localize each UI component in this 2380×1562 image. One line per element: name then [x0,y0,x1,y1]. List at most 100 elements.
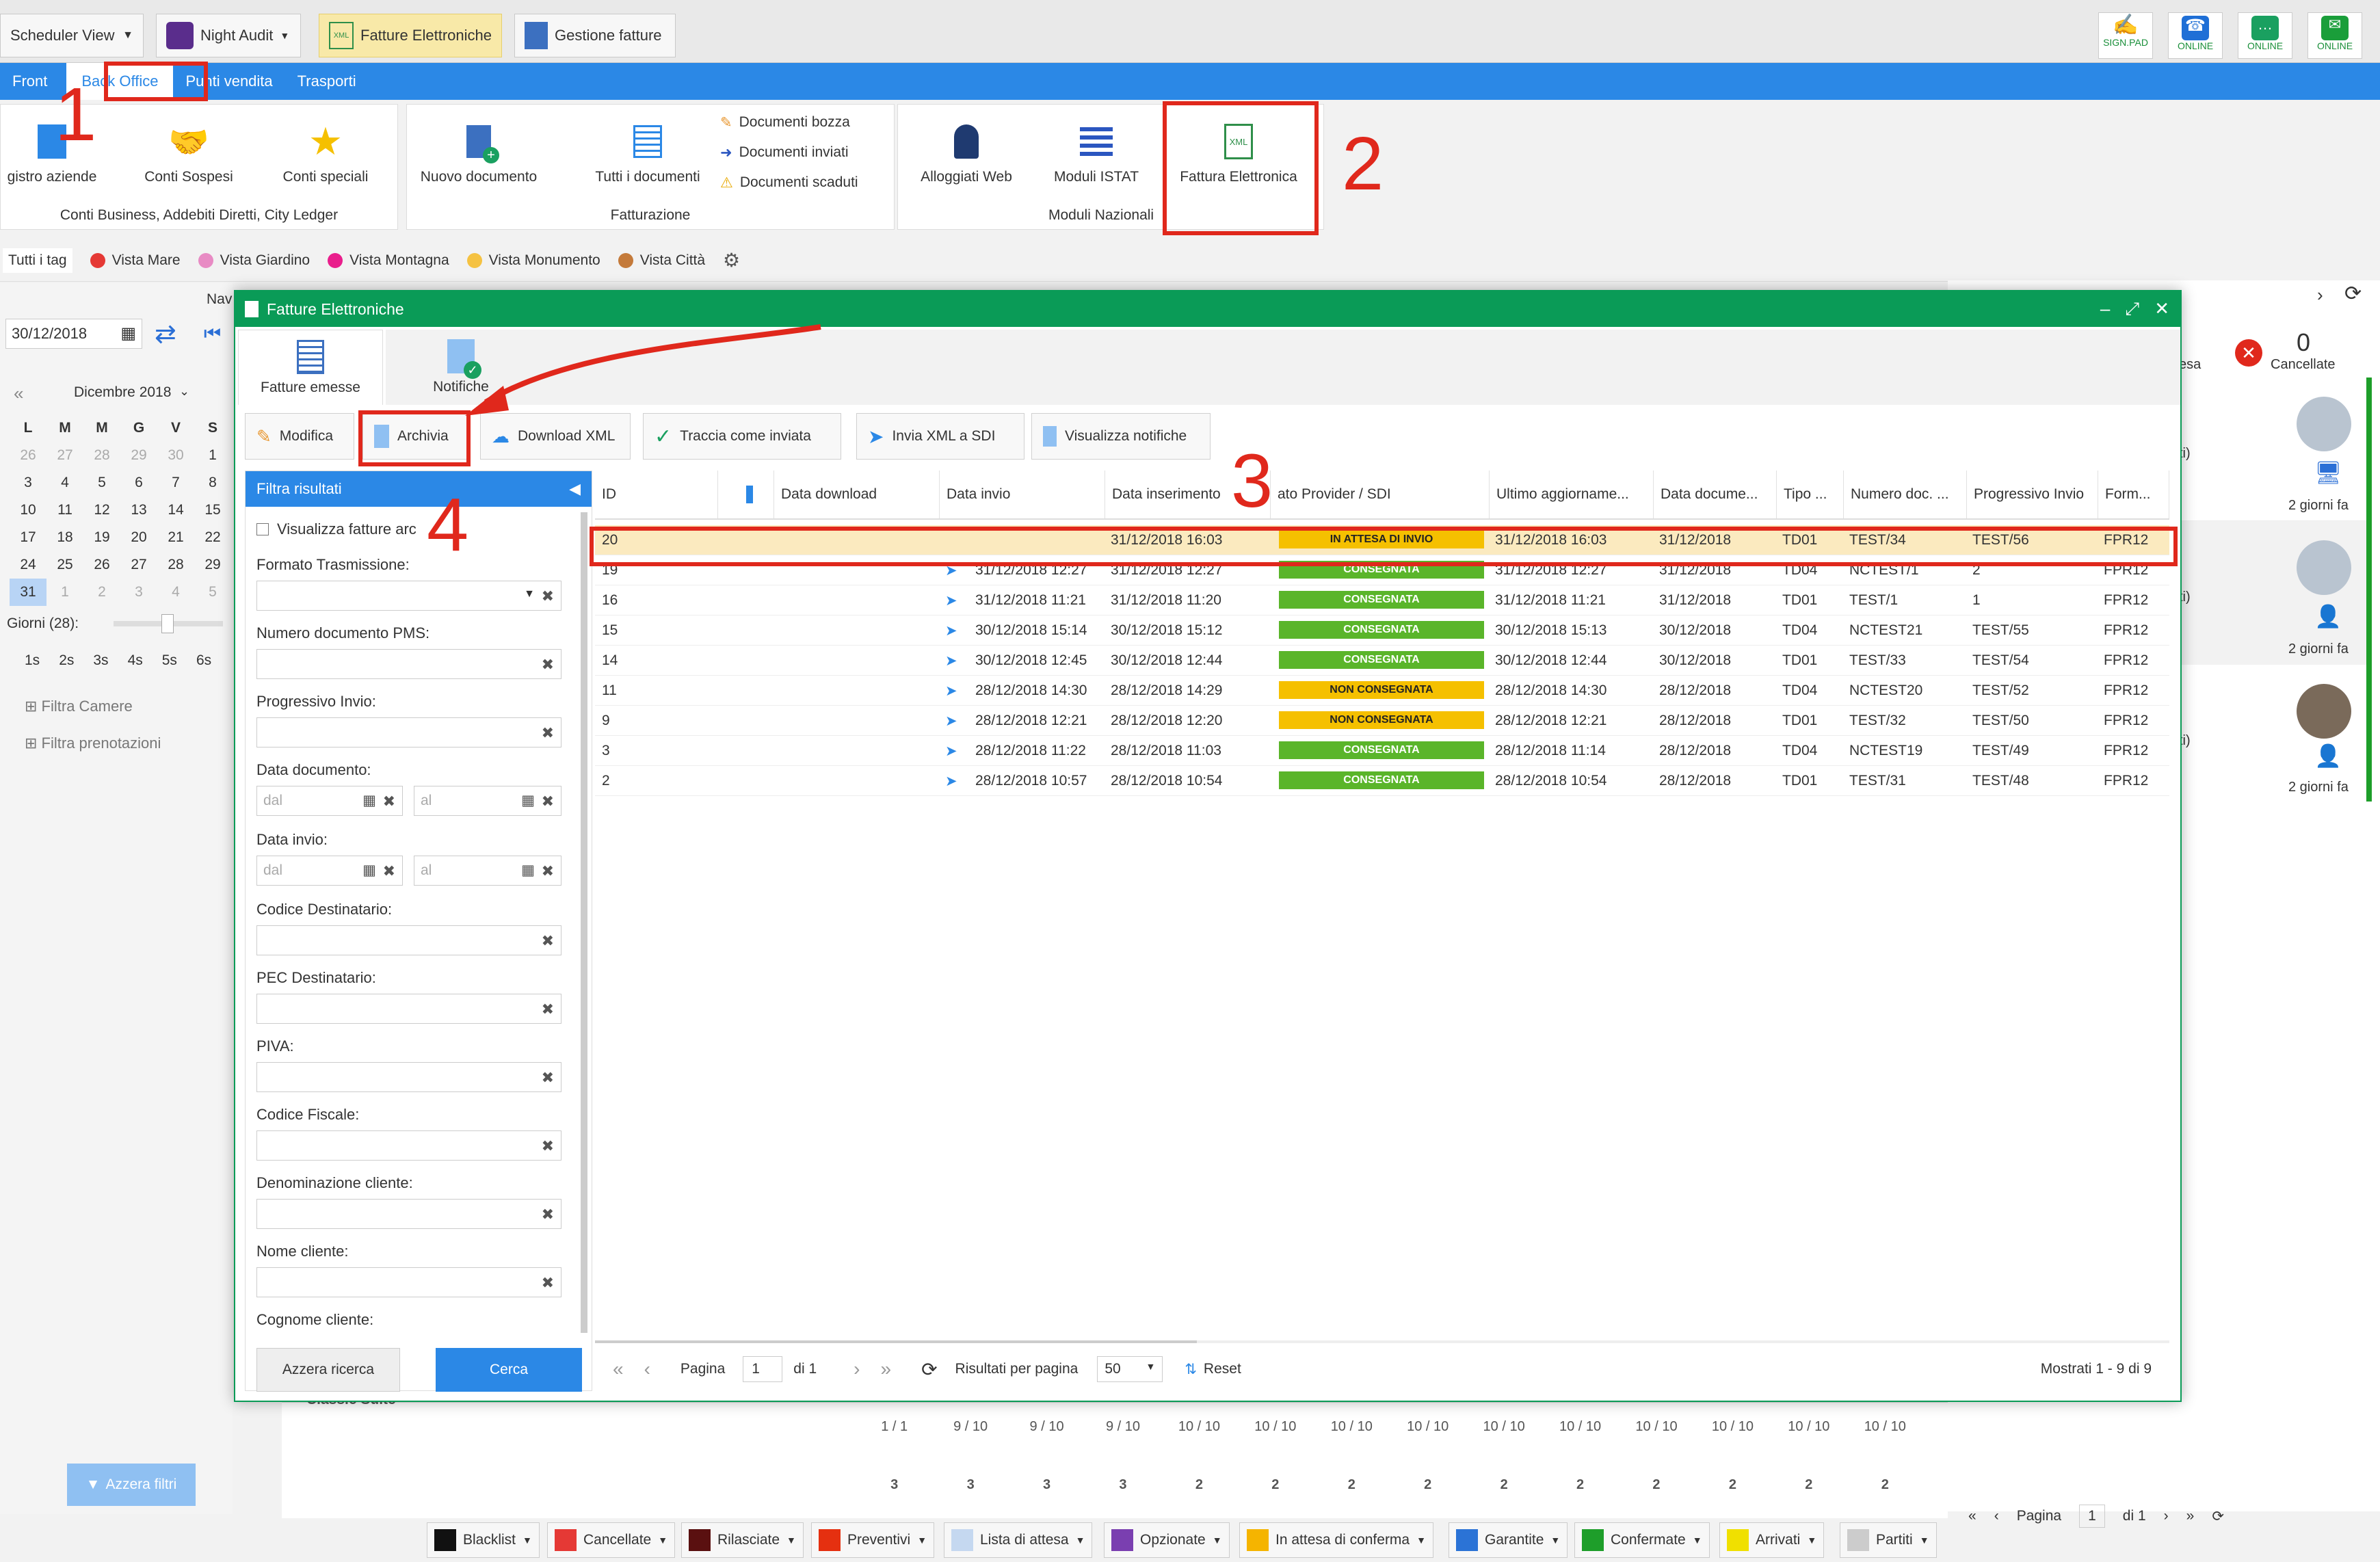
date-input[interactable]: 30/12/2018 ▦ [5,319,142,349]
calendar-day[interactable]: 3 [10,469,47,497]
legend-rilasciate[interactable]: Rilasciate ▼ [681,1522,804,1558]
calendar-day[interactable]: 26 [83,551,120,579]
documenti-inviati-link[interactable]: ➜ Documenti inviati [720,144,849,161]
minimize-icon[interactable]: – [2100,298,2110,320]
conti-sospesi-button[interactable]: 🤝 Conti Sospesi [131,124,247,185]
menu-front[interactable]: Front [0,72,60,90]
column-header[interactable]: Data docume... [1654,471,1777,518]
clear-icon[interactable]: ✖ [383,793,395,810]
calendar-day[interactable]: 3 [120,579,157,606]
visualizza-notifiche-button[interactable]: Visualizza notifiche [1031,413,1211,460]
calendar-day[interactable]: 29 [120,442,157,469]
legend-garantite[interactable]: Garantite ▼ [1449,1522,1568,1558]
first-page-icon[interactable]: « [613,1358,624,1380]
clear-icon[interactable]: ✖ [542,932,554,950]
data-documento-dal[interactable]: dal ▦ ✖ [256,786,403,816]
clear-icon[interactable]: ✖ [383,862,395,880]
calendar-day[interactable]: 1 [47,579,83,606]
clear-icon[interactable]: ✖ [542,656,554,674]
column-header[interactable]: Tipo ... [1777,471,1844,518]
slider-handle[interactable] [161,614,174,633]
calendar-day-selected[interactable]: 31 [10,579,47,606]
documenti-bozza-link[interactable]: ✎ Documenti bozza [720,114,850,131]
tag-vista-mare[interactable]: Vista Mare [90,252,181,269]
calendar-icon[interactable]: ▦ [521,792,535,809]
chat-online-button[interactable]: … ONLINE [2238,12,2292,59]
expand-icon[interactable]: › [2317,284,2323,306]
calendar-day[interactable]: 2 [83,579,120,606]
legend-arrivati[interactable]: Arrivati ▼ [1719,1522,1825,1558]
denominazione-input[interactable]: ✖ [256,1199,561,1229]
first-page-icon[interactable]: « [1968,1508,1976,1524]
column-header[interactable] [718,471,774,518]
data-documento-al[interactable]: al ▦ ✖ [414,786,561,816]
azzera-filtri-button[interactable]: ▼ Azzera filtri [67,1464,196,1506]
clear-icon[interactable]: ✖ [542,862,554,880]
clear-icon[interactable]: ✖ [542,793,554,810]
calendar-icon[interactable]: ▦ [521,862,535,879]
sort-reset-icon[interactable]: ⇅ [1185,1361,1197,1378]
calendar-day[interactable]: 24 [10,551,47,579]
column-header[interactable]: Form... [2098,471,2169,518]
legend-confermate[interactable]: Confermate ▼ [1574,1522,1710,1558]
tag-vista-montagna[interactable]: Vista Montagna [328,252,449,269]
codice-fiscale-input[interactable]: ✖ [256,1130,561,1161]
clear-icon[interactable]: ✖ [542,587,554,605]
column-header[interactable]: Data invio [940,471,1105,518]
legend-lista-attesa[interactable]: Lista di attesa ▼ [944,1522,1093,1558]
table-row[interactable]: 15 30/12/2018 15:14 30/12/2018 15:12 30/12/… [595,615,2169,646]
conti-speciali-button[interactable]: ★ Conti speciali [267,120,384,185]
close-icon[interactable]: ✕ [2154,298,2169,320]
giorni-slider[interactable] [114,614,223,633]
calendar-day[interactable]: 10 [10,497,47,524]
sync-icon[interactable]: ⇄ [155,319,176,349]
legend-opzionate[interactable]: Opzionate ▼ [1104,1522,1230,1558]
calendar-icon[interactable]: ▦ [362,862,376,879]
documenti-scaduti-link[interactable]: ⚠ Documenti scaduti [720,174,858,191]
sign-pad-button[interactable]: ✍ SIGN.PAD [2098,12,2153,59]
calendar-day[interactable]: 28 [83,442,120,469]
calendar-day[interactable]: 19 [83,524,120,551]
legend-blacklist[interactable]: Blacklist ▼ [427,1522,540,1558]
column-header[interactable]: Progressivo Invio [1967,471,2098,518]
filtra-camere-toggle[interactable]: ⊞ Filtra Camere [25,698,133,715]
codice-destinatario-input[interactable]: ✖ [256,925,561,955]
speed-option[interactable]: 5s [162,652,177,669]
clear-icon[interactable]: ✖ [542,1274,554,1292]
moduli-istat-button[interactable]: Moduli ISTAT [1035,124,1158,185]
page-input[interactable]: 1 [743,1356,783,1382]
menu-trasporti[interactable]: Trasporti [285,72,369,90]
filtra-prenotazioni-toggle[interactable]: ⊞ Filtra prenotazioni [25,734,161,752]
calendar-day[interactable]: 4 [157,579,194,606]
page-input[interactable]: 1 [2079,1505,2105,1528]
nuovo-documento-button[interactable]: + Nuovo documento [414,124,544,185]
legend-in-attesa-conferma[interactable]: In attesa di conferma ▼ [1239,1522,1433,1558]
tab-fatture-emesse[interactable]: Fatture emesse [238,330,383,405]
calendar-day[interactable]: 13 [120,497,157,524]
calendar-day[interactable]: 21 [157,524,194,551]
table-row[interactable]: 14 30/12/2018 12:45 30/12/2018 12:44 30/12/… [595,646,2169,676]
clear-icon[interactable]: ✖ [542,1001,554,1018]
tutti-documenti-button[interactable]: Tutti i documenti [586,124,709,185]
reset-link[interactable]: Reset [1204,1361,1241,1377]
calendar-day[interactable]: 26 [10,442,47,469]
legend-partiti[interactable]: Partiti ▼ [1840,1522,1937,1558]
calendar-day[interactable]: 14 [157,497,194,524]
collapse-icon[interactable]: ◀ [569,480,581,498]
table-row[interactable]: 3 28/12/2018 11:22 28/12/2018 11:03 28/12/2… [595,736,2169,766]
legend-preventivi[interactable]: Preventivi ▼ [811,1522,935,1558]
piva-input[interactable]: ✖ [256,1062,561,1092]
calendar-day[interactable]: 17 [10,524,47,551]
calendar-day[interactable]: 22 [194,524,231,551]
calendar-day[interactable]: 6 [120,469,157,497]
archived-checkbox-row[interactable]: Visualizza fatture arc [256,520,416,538]
tag-vista-citta[interactable]: Vista Città [618,252,705,269]
mail-online-button[interactable]: ✉ ONLINE [2308,12,2362,59]
refresh-icon[interactable]: ⟳ [2212,1508,2224,1525]
last-page-icon[interactable]: » [880,1358,891,1380]
calendar-day[interactable]: 4 [47,469,83,497]
modifica-button[interactable]: ✎ Modifica [245,413,354,460]
filter-scrollbar[interactable] [581,512,587,1333]
calendar-day[interactable]: 27 [47,442,83,469]
clear-icon[interactable]: ✖ [542,1069,554,1087]
